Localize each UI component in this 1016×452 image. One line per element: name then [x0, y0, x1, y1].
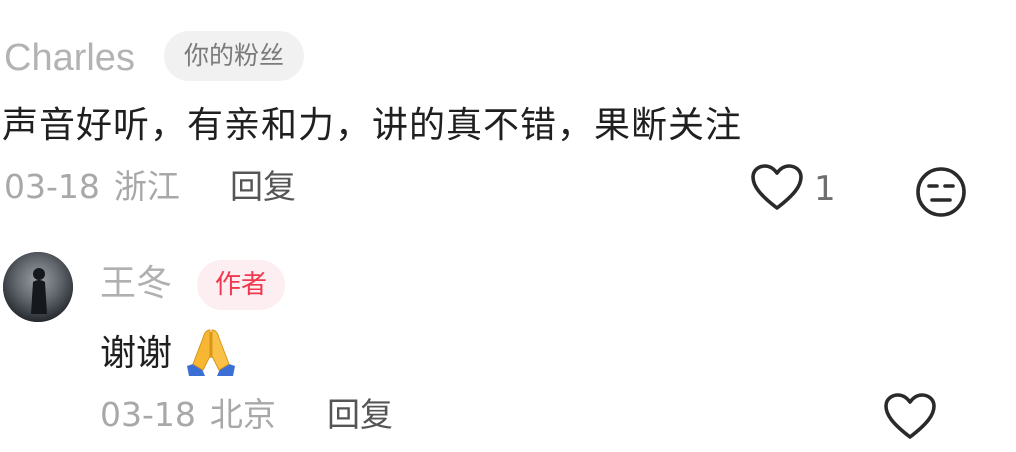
comment-like-count: 1 — [814, 169, 836, 209]
fan-badge: 你的粉丝 — [164, 31, 305, 81]
folded-hands-emoji — [183, 326, 239, 378]
comment-author-name[interactable]: Charles — [4, 34, 135, 82]
comment-meta: 03-18 浙江 — [4, 164, 180, 210]
heart-outline-icon[interactable] — [750, 163, 804, 213]
comment-reply-button[interactable]: 回复 — [230, 164, 296, 210]
author-badge: 作者 — [197, 260, 286, 310]
reply-author-name[interactable]: 王冬 — [100, 260, 172, 308]
reply-text: 谢谢 — [100, 333, 173, 374]
comment-location: 浙江 — [113, 167, 180, 206]
reply-location: 北京 — [209, 395, 276, 434]
comment-text: 声音好听，有亲和力，讲的真不错，果断关注 — [2, 105, 743, 146]
heart-outline-icon[interactable] — [883, 392, 937, 442]
reply-meta: 03-18 北京 — [100, 392, 276, 438]
comment-date: 03-18 — [4, 167, 100, 206]
reply-date: 03-18 — [100, 395, 196, 434]
reply-author-avatar[interactable] — [3, 252, 73, 322]
unamused-face-icon[interactable] — [913, 164, 969, 220]
reply-reply-button[interactable]: 回复 — [327, 392, 393, 438]
